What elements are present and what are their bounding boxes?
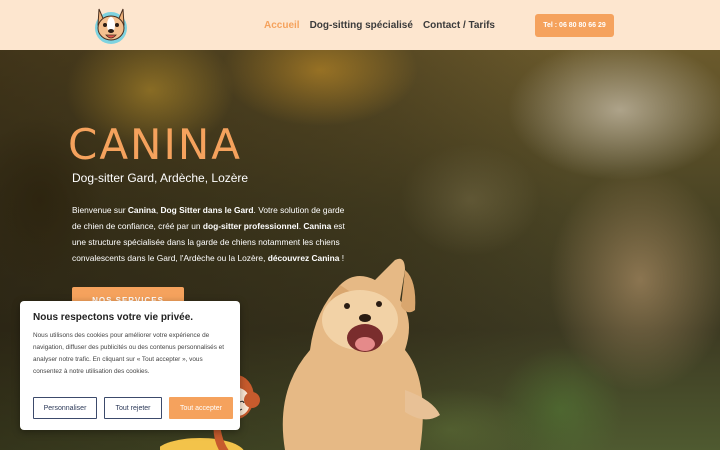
cookie-title: Nous respectons votre vie privée. — [33, 312, 194, 323]
customize-button[interactable]: Personnaliser — [33, 397, 97, 419]
nav-item-contact-tarifs[interactable]: Contact / Tarifs — [423, 20, 495, 31]
reject-all-button[interactable]: Tout rejeter — [104, 397, 162, 419]
accept-all-button[interactable]: Tout accepter — [169, 397, 233, 419]
nav-item-accueil[interactable]: Accueil — [264, 20, 300, 31]
french-bulldog-logo-icon[interactable] — [90, 3, 132, 47]
phone-button[interactable]: Tel : 06 80 80 66 29 — [535, 14, 614, 37]
cookie-text: Nous utilisons des cookies pour améliore… — [33, 332, 225, 375]
site-header: Accueil Dog-sitting spécialisé Contact /… — [0, 0, 720, 50]
cookie-actions: Personnaliser Tout rejeter Tout accepter — [33, 397, 233, 419]
cookie-consent-banner: Nous respectons votre vie privée. Nous u… — [20, 301, 240, 430]
main-nav: Accueil Dog-sitting spécialisé Contact /… — [264, 20, 495, 31]
hero-title: CANINA — [68, 120, 243, 169]
hero-subtitle: Dog-sitter Gard, Ardèche, Lozère — [72, 171, 249, 185]
hero-description: Bienvenue sur Canina, Dog Sitter dans le… — [72, 205, 345, 263]
nav-item-dog-sitting[interactable]: Dog-sitting spécialisé — [310, 20, 413, 31]
